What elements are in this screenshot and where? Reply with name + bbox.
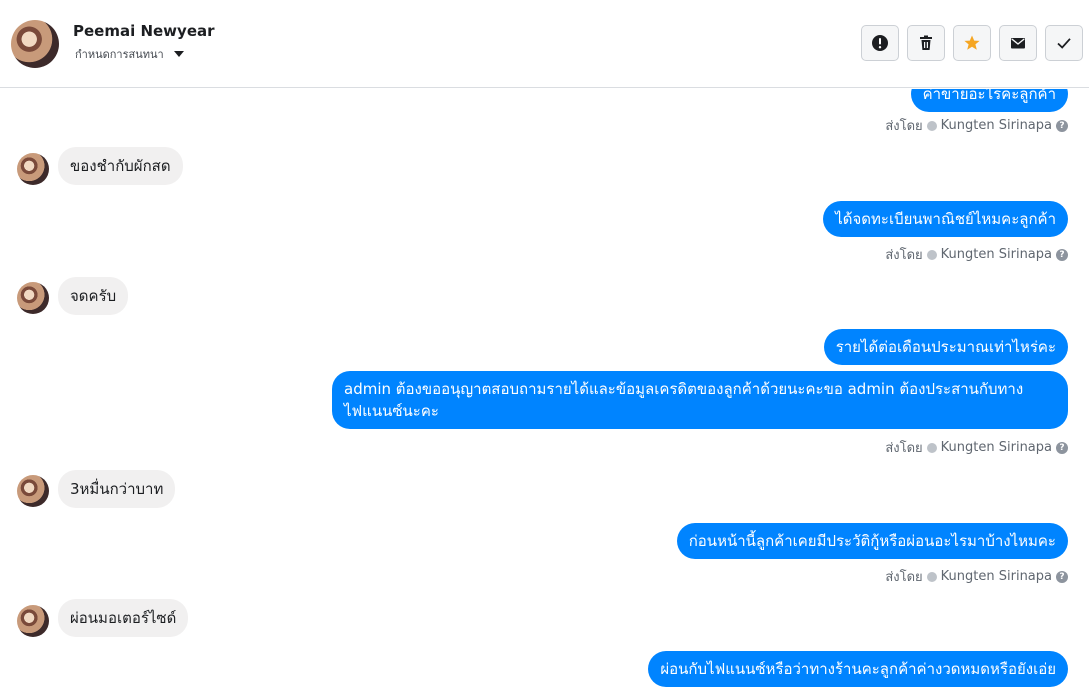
agent-status-icon — [926, 442, 937, 453]
sent-by-prefix: ส่งโดย — [885, 119, 923, 134]
assign-conversation-dropdown[interactable]: กำหนดการสนทนา — [75, 45, 184, 63]
message-thread[interactable]: ค่าขายอะไรคะลูกค้า ส่งโดย Kungten Sirina… — [0, 89, 1089, 700]
agent-status-icon — [926, 571, 937, 582]
assign-label: กำหนดการสนทนา — [75, 48, 164, 61]
message-outgoing: admin ต้องขออนุญาตสอบถามรายได้และข้อมูลเ… — [332, 371, 1068, 429]
agent-status-icon — [926, 249, 937, 260]
header-actions — [861, 25, 1083, 61]
conversation-header: Peemai Newyear กำหนดการสนทนา — [0, 0, 1089, 88]
contact-avatar-small — [17, 153, 49, 185]
message-incoming: จดครับ — [58, 277, 129, 315]
trash-icon — [920, 35, 932, 50]
sent-by-prefix: ส่งโดย — [885, 248, 923, 263]
check-icon — [1057, 38, 1071, 49]
message-outgoing: ผ่อนกับไฟแนนซ์หรือว่าทางร้านคะลูกค้าค่าง… — [648, 651, 1068, 687]
sent-by-agent[interactable]: Kungten Sirinapa — [941, 440, 1052, 455]
help-icon[interactable]: ? — [1056, 570, 1068, 583]
sent-by-line: ส่งโดย Kungten Sirinapa ? — [885, 566, 1068, 587]
contact-name[interactable]: Peemai Newyear — [73, 22, 215, 40]
agent-status-icon — [926, 120, 937, 131]
contact-avatar[interactable] — [11, 20, 59, 68]
envelope-icon — [1011, 38, 1025, 49]
sent-by-line: ส่งโดย Kungten Sirinapa ? — [885, 244, 1068, 265]
star-icon — [964, 35, 980, 50]
sent-by-agent[interactable]: Kungten Sirinapa — [941, 247, 1052, 262]
message-incoming: ของชำกับผักสด — [58, 147, 183, 185]
contact-avatar-small — [17, 282, 49, 314]
sent-by-line: ส่งโดย Kungten Sirinapa ? — [885, 437, 1068, 458]
sent-by-prefix: ส่งโดย — [885, 570, 923, 585]
message-incoming: 3หมื่นกว่าบาท — [58, 470, 176, 508]
message-outgoing: รายได้ต่อเดือนประมาณเท่าไหร่คะ — [823, 329, 1068, 365]
message-outgoing: ก่อนหน้านี้ลูกค้าเคยมีประวัติกู้หรือผ่อน… — [676, 523, 1068, 559]
sent-by-prefix: ส่งโดย — [885, 441, 923, 456]
help-icon[interactable]: ? — [1056, 248, 1068, 261]
delete-button[interactable] — [907, 25, 945, 61]
mark-spam-button[interactable] — [861, 25, 899, 61]
caret-down-icon — [173, 51, 184, 57]
exclamation-icon — [872, 35, 888, 51]
message-outgoing: ได้จดทะเบียนพาณิชย์ไหมคะลูกค้า — [823, 201, 1068, 237]
message-incoming: ผ่อนมอเตอร์ไซด์ — [58, 599, 189, 637]
contact-avatar-small — [17, 605, 49, 637]
sent-by-agent[interactable]: Kungten Sirinapa — [941, 118, 1052, 133]
sent-by-line: ส่งโดย Kungten Sirinapa ? — [885, 115, 1068, 136]
star-button[interactable] — [953, 25, 991, 61]
help-icon[interactable]: ? — [1056, 441, 1068, 454]
sent-by-agent[interactable]: Kungten Sirinapa — [941, 569, 1052, 584]
mark-unread-button[interactable] — [999, 25, 1037, 61]
mark-done-button[interactable] — [1045, 25, 1083, 61]
message-outgoing: ค่าขายอะไรคะลูกค้า — [910, 89, 1068, 112]
help-icon[interactable]: ? — [1056, 119, 1068, 132]
contact-avatar-small — [17, 475, 49, 507]
